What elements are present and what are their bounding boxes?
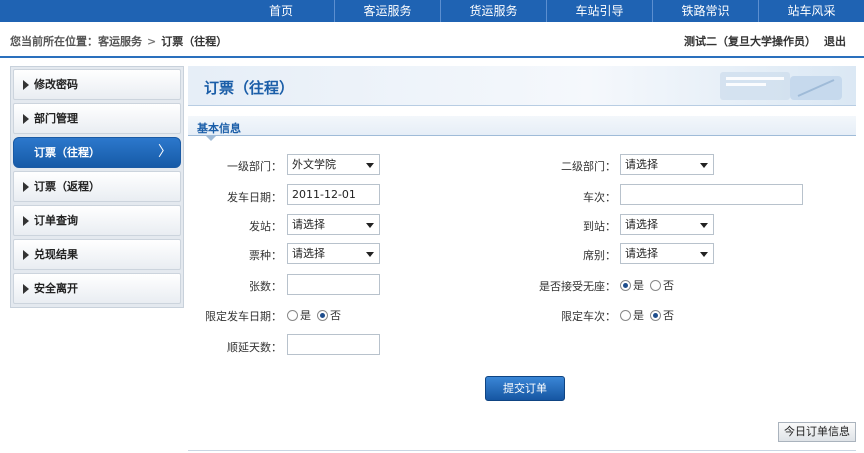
limit-train-yes-radio[interactable] bbox=[620, 309, 631, 321]
user-name: 测试二（复旦大学操作员） bbox=[684, 35, 816, 48]
sidebar-item-book-return[interactable]: 订票（返程） bbox=[13, 171, 181, 202]
chevron-right-icon: 〉 bbox=[158, 144, 172, 160]
sidebar-item-label: 部门管理 bbox=[34, 112, 78, 125]
breadcrumb: 您当前所在位置：客运服务 > 订票（往程） bbox=[10, 33, 227, 49]
nav-passenger-service[interactable]: 客运服务 bbox=[334, 0, 440, 22]
breadcrumb-section[interactable]: 客运服务 bbox=[98, 35, 142, 48]
dropdown-arrow-icon bbox=[366, 252, 374, 257]
sidebar-item-results[interactable]: 兑现结果 bbox=[13, 239, 181, 270]
breadcrumb-bar: 您当前所在位置：客运服务 > 订票（往程） 测试二（复旦大学操作员） 退出 bbox=[0, 22, 864, 58]
triangle-right-icon bbox=[23, 284, 29, 294]
from-station-select[interactable]: 请选择 bbox=[287, 214, 380, 235]
breadcrumb-current: 订票（往程） bbox=[161, 35, 228, 48]
triangle-right-icon bbox=[23, 182, 29, 192]
breadcrumb-prefix: 您当前所在位置： bbox=[10, 35, 98, 48]
sidebar-item-book-outbound[interactable]: 订票（往程） 〉 bbox=[13, 137, 181, 168]
submit-order-button[interactable]: 提交订单 bbox=[485, 376, 565, 401]
from-station-value: 请选择 bbox=[292, 218, 325, 231]
dropdown-arrow-icon bbox=[366, 163, 374, 168]
caret-down-icon bbox=[206, 136, 216, 141]
no-seat-label: 是否接受无座： bbox=[539, 280, 616, 293]
dept2-value: 请选择 bbox=[625, 158, 658, 171]
train-label: 车次： bbox=[583, 191, 616, 204]
sidebar-item-label: 兑现结果 bbox=[34, 248, 78, 261]
departure-date-input[interactable]: 2011-12-01 bbox=[287, 184, 380, 205]
logout-link[interactable]: 退出 bbox=[824, 35, 846, 48]
limit-date-label: 限定发车日期： bbox=[205, 310, 282, 323]
seat-type-value: 请选择 bbox=[625, 247, 658, 260]
sidebar-item-order-query[interactable]: 订单查询 bbox=[13, 205, 181, 236]
date-label: 发车日期： bbox=[227, 191, 282, 204]
seat-type-select[interactable]: 请选择 bbox=[620, 243, 714, 264]
nav-railway-knowledge[interactable]: 铁路常识 bbox=[652, 0, 758, 22]
ticket-count-input[interactable] bbox=[287, 274, 380, 295]
radio-label: 是 bbox=[633, 309, 644, 322]
dropdown-arrow-icon bbox=[366, 223, 374, 228]
triangle-right-icon bbox=[23, 80, 29, 90]
top-nav: 首页 客运服务 货运服务 车站引导 铁路常识 站车风采 bbox=[228, 0, 864, 22]
to-label: 到站： bbox=[583, 220, 616, 233]
top-nav-bar: 首页 客运服务 货运服务 车站引导 铁路常识 站车风采 bbox=[0, 0, 864, 22]
limit-date-radio-group: 是 否 bbox=[287, 307, 347, 323]
ticket-type-value: 请选择 bbox=[292, 247, 325, 260]
radio-label: 否 bbox=[663, 279, 674, 292]
radio-label: 是 bbox=[300, 309, 311, 322]
limit-date-yes-radio[interactable] bbox=[287, 309, 298, 321]
delay-days-label: 顺延天数： bbox=[227, 341, 282, 354]
breadcrumb-separator: > bbox=[147, 35, 157, 48]
limit-train-no-radio[interactable] bbox=[650, 309, 661, 321]
nav-station-guide[interactable]: 车站引导 bbox=[546, 0, 652, 22]
triangle-right-icon bbox=[23, 250, 29, 260]
no-seat-radio-group: 是 否 bbox=[620, 277, 680, 293]
to-station-value: 请选择 bbox=[625, 218, 658, 231]
sidebar-item-label: 安全离开 bbox=[34, 282, 78, 295]
sidebar-item-safe-exit[interactable]: 安全离开 bbox=[13, 273, 181, 304]
sidebar-item-label: 修改密码 bbox=[34, 78, 78, 91]
title-bar: 订票（往程） bbox=[188, 66, 856, 106]
sidebar-item-label: 订单查询 bbox=[34, 214, 78, 227]
dept2-label: 二级部门： bbox=[561, 160, 616, 173]
limit-train-label: 限定车次： bbox=[561, 310, 616, 323]
dropdown-arrow-icon bbox=[700, 252, 708, 257]
to-station-select[interactable]: 请选择 bbox=[620, 214, 714, 235]
divider bbox=[188, 450, 856, 451]
no-seat-no-radio[interactable] bbox=[650, 279, 661, 291]
seat-type-label: 席别： bbox=[583, 249, 616, 262]
header-decoration-image bbox=[720, 72, 842, 100]
radio-label: 是 bbox=[633, 279, 644, 292]
delay-days-input[interactable] bbox=[287, 334, 380, 355]
nav-home[interactable]: 首页 bbox=[228, 0, 334, 22]
train-number-input[interactable] bbox=[620, 184, 803, 205]
from-label: 发站： bbox=[249, 220, 282, 233]
page-title: 订票（往程） bbox=[204, 79, 295, 97]
sidebar-item-label: 订票（往程） bbox=[34, 146, 100, 159]
dept2-select[interactable]: 请选择 bbox=[620, 154, 714, 175]
dropdown-arrow-icon bbox=[700, 163, 708, 168]
section-header: 基本信息 bbox=[188, 116, 856, 141]
section-title: 基本信息 bbox=[197, 122, 241, 135]
nav-station-gallery[interactable]: 站车风采 bbox=[758, 0, 864, 22]
ticket-type-select[interactable]: 请选择 bbox=[287, 243, 380, 264]
no-seat-yes-radio[interactable] bbox=[620, 279, 631, 291]
sidebar-item-change-password[interactable]: 修改密码 bbox=[13, 69, 181, 100]
count-label: 张数： bbox=[249, 280, 282, 293]
user-info: 测试二（复旦大学操作员） 退出 bbox=[684, 33, 846, 49]
triangle-right-icon bbox=[23, 114, 29, 124]
sidebar-item-label: 订票（返程） bbox=[34, 180, 100, 193]
limit-train-radio-group: 是 否 bbox=[620, 307, 680, 323]
radio-label: 否 bbox=[330, 309, 341, 322]
triangle-right-icon bbox=[23, 216, 29, 226]
nav-freight-service[interactable]: 货运服务 bbox=[440, 0, 546, 22]
sidebar: 修改密码 部门管理 订票（往程） 〉 订票（返程） 订单查询 兑现结果 安全离开 bbox=[10, 66, 184, 308]
dropdown-arrow-icon bbox=[700, 223, 708, 228]
today-orders-button[interactable]: 今日订单信息 bbox=[778, 422, 856, 442]
dept1-select[interactable]: 外文学院 bbox=[287, 154, 380, 175]
main-content: 订票（往程） 基本信息 一级部门： 外文学院 二级部门： 请选择 发车日期： 2… bbox=[188, 66, 856, 453]
limit-date-no-radio[interactable] bbox=[317, 309, 328, 321]
ticket-type-label: 票种： bbox=[249, 249, 282, 262]
dept1-label: 一级部门： bbox=[227, 160, 282, 173]
sidebar-item-department[interactable]: 部门管理 bbox=[13, 103, 181, 134]
radio-label: 否 bbox=[663, 309, 674, 322]
dept1-value: 外文学院 bbox=[292, 158, 336, 171]
